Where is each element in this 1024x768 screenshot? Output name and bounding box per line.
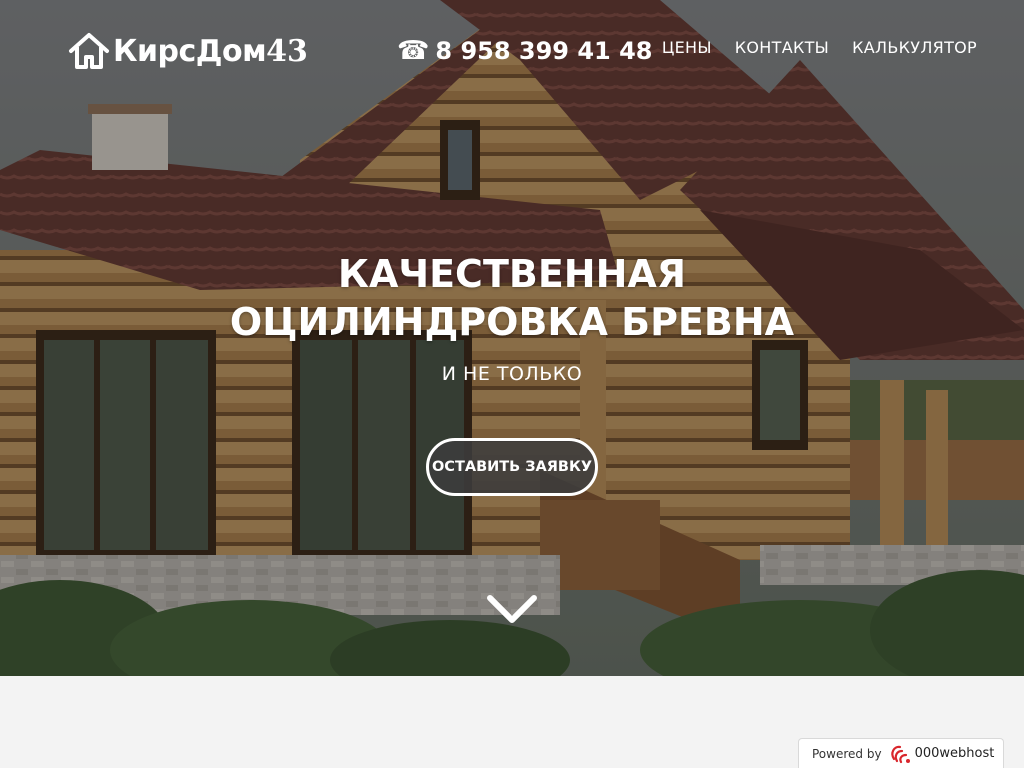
phone-contact[interactable]: ☎ 8 958 399 41 48 <box>397 34 653 68</box>
headline-line-2: ОЦИЛИНДРОВКА БРЕВНА <box>229 300 795 344</box>
content-area: Powered by 000webhost <box>0 676 1024 768</box>
hero-subheadline: И НЕ ТОЛЬКО <box>441 363 583 385</box>
menu-item-contacts[interactable]: КОНТАКТЫ <box>735 38 829 57</box>
menu-item-calculator[interactable]: КАЛЬКУЛЯТОР <box>852 38 977 57</box>
home-icon <box>69 33 109 69</box>
leave-request-button[interactable]: ОСТАВИТЬ ЗАЯВКУ <box>426 438 598 496</box>
host-name: 000webhost <box>914 746 995 761</box>
menu-item-prices[interactable]: ЦЕНЫ <box>662 38 712 57</box>
headline-line-1: КАЧЕСТВЕННАЯ <box>337 252 687 296</box>
powered-by-label: Powered by <box>812 746 882 761</box>
top-navbar: КирсДом 43 ☎ 8 958 399 41 48 ЦЕНЫ КОНТАКТ… <box>0 0 1024 100</box>
hero-headline: КАЧЕСТВЕННАЯ ОЦИЛИНДРОВКА БРЕВНА <box>0 250 1024 346</box>
brand-number: 43 <box>266 33 308 69</box>
webhost-logo-icon <box>890 745 910 763</box>
hero-section: КирсДом 43 ☎ 8 958 399 41 48 ЦЕНЫ КОНТАКТ… <box>0 0 1024 676</box>
chevron-down-icon[interactable] <box>486 590 538 630</box>
telephone-icon: ☎ <box>397 36 430 66</box>
main-menu: ЦЕНЫ КОНТАКТЫ КАЛЬКУЛЯТОР <box>662 38 977 57</box>
phone-number: 8 958 399 41 48 <box>435 37 653 65</box>
brand-logo-link[interactable]: КирсДом 43 <box>67 28 308 74</box>
hosting-badge[interactable]: Powered by 000webhost <box>798 738 1004 768</box>
brand-name: КирсДом <box>113 33 267 69</box>
